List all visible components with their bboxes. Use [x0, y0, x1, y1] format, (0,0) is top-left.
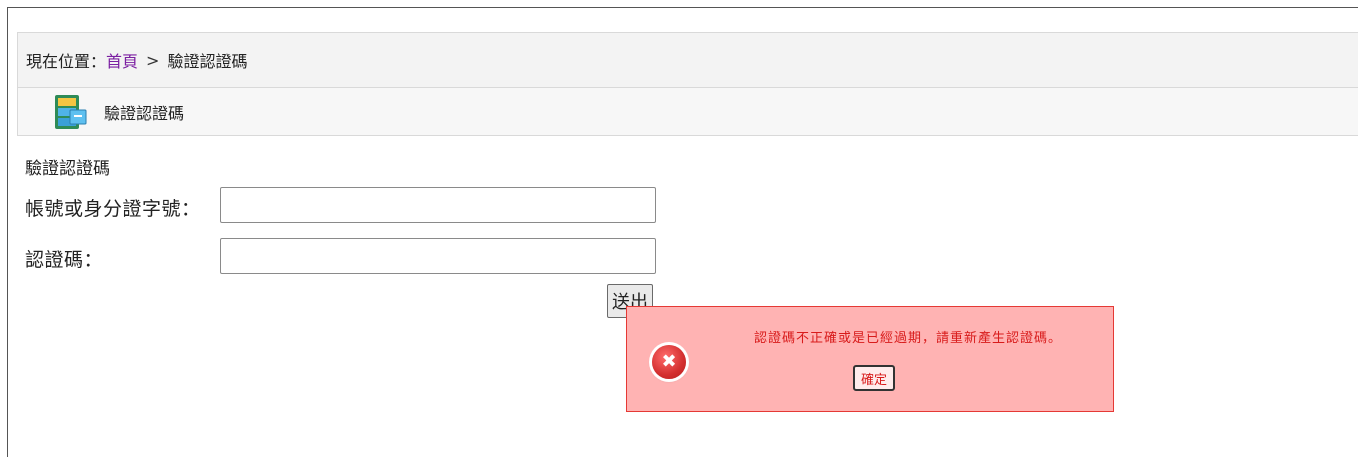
breadcrumb: 現在位置： 首頁 > 驗證認證碼	[17, 32, 1358, 88]
error-alert-dialog: ✖ 認證碼不正確或是已經過期，請重新產生認證碼。 確定	[626, 306, 1114, 412]
section-title: 驗證認證碼	[104, 103, 185, 123]
alert-message: 認證碼不正確或是已經過期，請重新產生認證碼。	[753, 331, 1062, 346]
error-icon: ✖	[652, 345, 686, 379]
file-cabinet-icon	[52, 92, 88, 132]
form-heading: 驗證認證碼	[25, 159, 110, 179]
breadcrumb-separator: >	[146, 50, 160, 70]
alert-ok-button[interactable]: 確定	[853, 365, 896, 391]
account-label: 帳號或身分證字號：	[25, 198, 201, 220]
verification-code-input[interactable]	[220, 238, 656, 274]
breadcrumb-home-link[interactable]: 首頁	[106, 48, 138, 72]
code-label: 認證碼：	[25, 249, 104, 271]
breadcrumb-prefix: 現在位置：	[26, 52, 107, 71]
breadcrumb-current: 驗證認證碼	[167, 52, 248, 71]
account-input[interactable]	[220, 187, 656, 223]
section-titlebar: 驗證認證碼	[17, 88, 1358, 136]
